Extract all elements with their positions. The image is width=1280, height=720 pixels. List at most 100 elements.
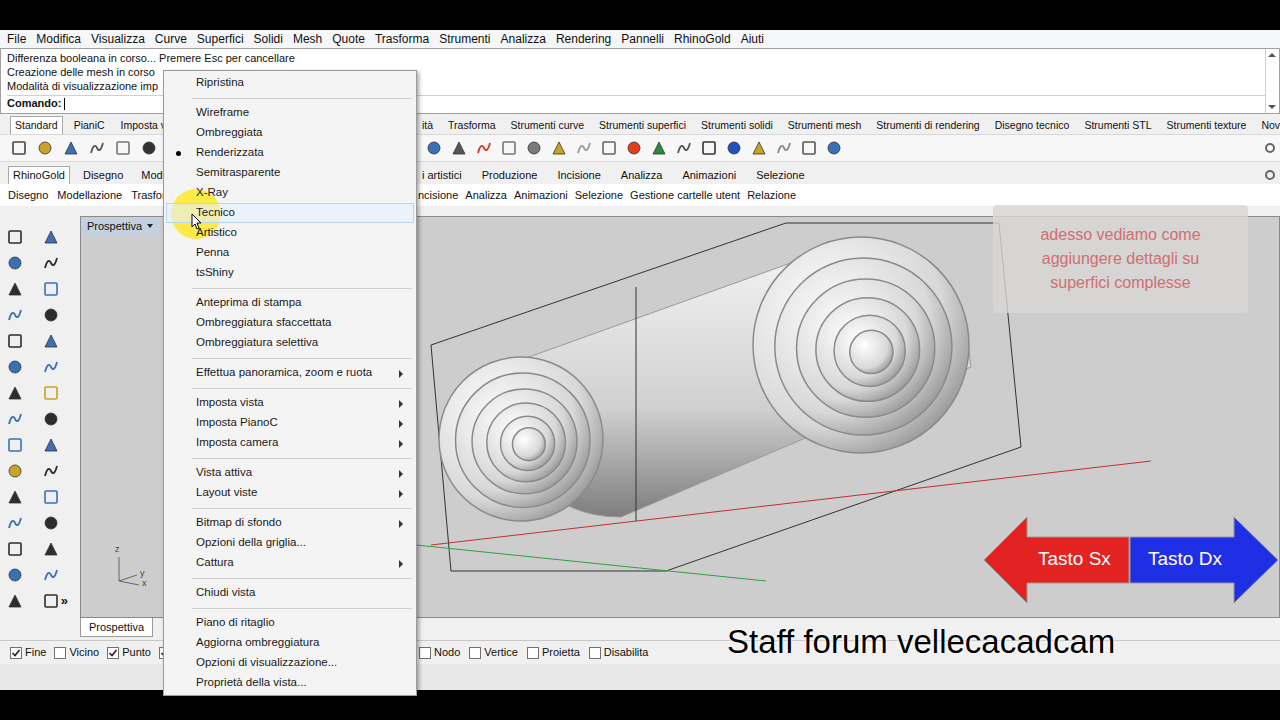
menu-item[interactable]: Ombreggiata [166,123,414,143]
tool-icon[interactable] [600,139,618,157]
tool-icon[interactable] [42,228,60,246]
tool-icon[interactable] [6,488,24,506]
menu-bar-item[interactable]: Quote [332,30,365,48]
tool-icon[interactable] [725,139,743,157]
scroll-down-icon[interactable] [1266,103,1278,111]
toolbar-tab[interactable]: Incisione [552,166,605,184]
toolbar-tab[interactable]: Analizza [616,166,668,184]
tool-icon[interactable] [42,358,60,376]
toolbar-tab[interactable]: PianiC [69,116,110,134]
osnap-option[interactable]: Disabilita [589,644,649,661]
tool-icon[interactable] [6,592,24,610]
menu-item[interactable]: Artistico [166,223,414,243]
tool-icon[interactable] [650,139,668,157]
toolbox-more[interactable]: » [61,591,68,611]
tool-icon[interactable] [42,462,60,480]
menu-bar-item[interactable]: Visualizza [91,30,145,48]
tool-icon[interactable] [42,254,60,272]
checkbox[interactable] [469,647,481,659]
menu-item[interactable]: Effettua panoramica, zoom e ruota [166,363,414,383]
menu-bar-item[interactable]: File [7,30,26,48]
tool-icon[interactable] [6,228,24,246]
tool-icon[interactable] [6,436,24,454]
tool-icon[interactable] [36,139,54,157]
tool-icon[interactable] [700,139,718,157]
menu-item[interactable]: Ripristina [166,73,414,93]
tool-icon[interactable] [6,514,24,532]
menu-item[interactable]: Wireframe [166,103,414,123]
toolbar-tab[interactable]: Trasforma [443,116,500,134]
tool-icon[interactable] [42,514,60,532]
checkbox[interactable] [589,647,601,659]
menu-bar-item[interactable]: Superfici [197,30,244,48]
checkbox[interactable] [527,647,539,659]
ribbon-group[interactable]: ncisione [418,187,458,204]
menu-bar-item[interactable]: RhinoGold [674,30,731,48]
menu-bar-item[interactable]: Modifica [36,30,81,48]
toolbar-tab[interactable]: Strumenti curve [506,116,590,134]
tool-icon[interactable] [42,332,60,350]
osnap-option[interactable]: Punto [107,644,151,661]
ribbon-group[interactable]: Analizza [465,187,507,204]
tool-icon[interactable] [450,139,468,157]
menu-bar-item[interactable]: Mesh [293,30,322,48]
menu-item[interactable]: Imposta PianoC [166,413,414,433]
tool-icon[interactable] [425,139,443,157]
toolbar-tab[interactable]: Animazioni [677,166,741,184]
tool-icon[interactable] [42,592,60,610]
menu-item[interactable]: Penna [166,243,414,263]
tool-icon[interactable] [6,566,24,584]
osnap-option[interactable]: Nodo [419,644,460,661]
tool-icon[interactable] [6,332,24,350]
toolbar-tab[interactable]: Strumenti mesh [783,116,867,134]
tool-icon[interactable] [6,254,24,272]
osnap-option[interactable]: Proietta [527,644,580,661]
tool-icon[interactable] [6,358,24,376]
checkbox[interactable] [419,647,431,659]
scroll-up-icon[interactable] [1266,51,1278,59]
tool-icon[interactable] [500,139,518,157]
tool-icon[interactable] [825,139,843,157]
tool-icon[interactable] [475,139,493,157]
tool-icon[interactable] [42,488,60,506]
menu-item[interactable]: Renderizzata [166,143,414,163]
menu-item[interactable]: Anteprima di stampa [166,293,414,313]
tool-icon[interactable] [42,306,60,324]
tool-icon[interactable] [114,139,132,157]
menu-bar-item[interactable]: Analizza [501,30,546,48]
tool-icon[interactable] [42,436,60,454]
dropdown-icon[interactable] [146,222,154,230]
tool-icon[interactable] [42,540,60,558]
menu-item[interactable]: Layout viste [166,483,414,503]
menu-bar-item[interactable]: Trasforma [375,30,429,48]
checkbox[interactable] [10,647,22,659]
command-scrollbar[interactable] [1265,49,1279,113]
toolbar-tab[interactable]: ità [417,116,438,134]
toolbar-tab[interactable]: Disegno [78,166,128,184]
toolbar-tab[interactable]: Strumenti superfici [594,116,691,134]
tool-icon[interactable] [775,139,793,157]
tool-icon[interactable] [6,306,24,324]
toolbar-tab[interactable]: Standard [10,116,63,134]
menu-item[interactable]: Opzioni di visualizzazione... [166,653,414,673]
tool-icon[interactable] [625,139,643,157]
menu-bar-item[interactable]: Curve [155,30,187,48]
tool-icon[interactable] [42,384,60,402]
viewport-tab[interactable]: Prospettiva [80,618,153,637]
ribbon-group[interactable]: Trasfor [131,187,165,204]
tool-icon[interactable] [800,139,818,157]
tool-icon[interactable] [10,139,28,157]
settings-icon[interactable] [1264,169,1276,181]
menu-bar-item[interactable]: Solidi [254,30,283,48]
menu-item[interactable]: Ombreggiatura selettiva [166,333,414,353]
toolbar-tab[interactable]: Nov [1256,116,1280,134]
menu-bar-item[interactable]: Strumenti [439,30,490,48]
viewport-title[interactable]: Prospettiva [81,217,160,236]
tool-icon[interactable] [88,139,106,157]
osnap-option[interactable]: Vertice [469,644,518,661]
menu-item[interactable]: Proprietà della vista... [166,673,414,693]
menu-item[interactable]: Imposta vista [166,393,414,413]
menu-item[interactable]: Ombreggiatura sfaccettata [166,313,414,333]
tool-icon[interactable] [525,139,543,157]
tool-icon[interactable] [6,540,24,558]
